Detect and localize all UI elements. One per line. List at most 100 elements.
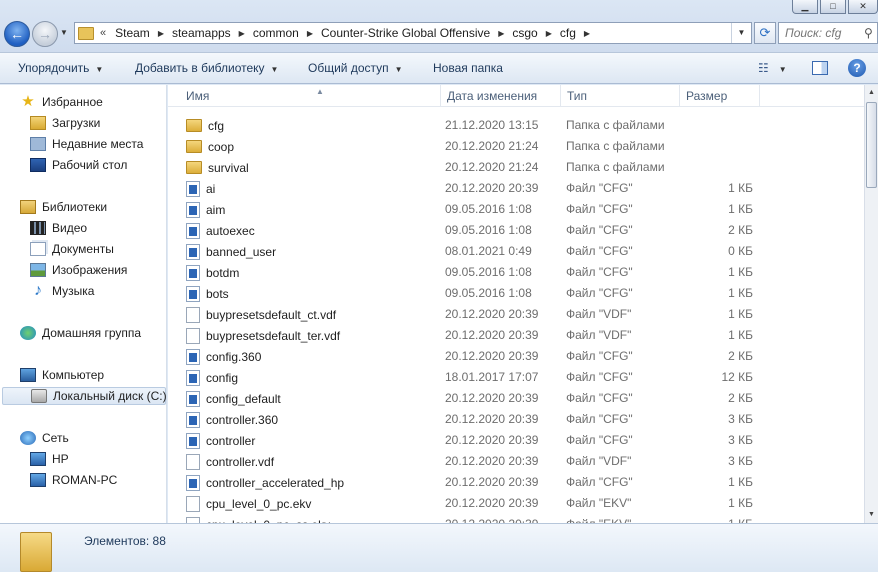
- preview-pane-button[interactable]: [812, 61, 828, 75]
- file-row[interactable]: controller 20.12.2020 20:39 Файл "CFG" 3 КБ: [168, 430, 864, 451]
- address-bar[interactable]: « Steam ▶ steamapps ▶ common ▶ Counter-Stri…: [74, 22, 752, 44]
- address-history-dropdown[interactable]: ▼: [731, 23, 751, 43]
- network-computer-icon: [30, 452, 46, 466]
- nav-item-video[interactable]: Видео: [30, 219, 87, 237]
- file-row[interactable]: config_default 20.12.2020 20:39 Файл "CFG"…: [168, 388, 864, 409]
- file-name: autoexec: [206, 223, 255, 238]
- file-row[interactable]: aim 09.05.2016 1:08 Файл "CFG" 1 КБ: [168, 199, 864, 220]
- chevron-right-icon[interactable]: ▶: [543, 29, 555, 38]
- nav-item-label: Загрузки: [52, 116, 101, 130]
- nav-item-label: ROMAN-PC: [52, 473, 118, 487]
- file-type: Файл "CFG": [566, 391, 633, 405]
- column-label: Тип: [567, 89, 588, 103]
- nav-item-recent-places[interactable]: Недавние места: [30, 135, 143, 153]
- breadcrumb-item[interactable]: Counter-Strike Global Offensive ▶: [316, 26, 507, 40]
- chevron-right-icon[interactable]: ▶: [495, 29, 507, 38]
- file-date: 20.12.2020 20:39: [445, 433, 539, 447]
- file-name-cell: cpu_level_0_pc.ekv: [186, 493, 311, 514]
- file-name-cell: config: [186, 367, 238, 388]
- file-name-cell: aim: [186, 199, 225, 220]
- close-button[interactable]: ✕: [848, 0, 878, 14]
- file-row[interactable]: survival 20.12.2020 21:24 Папка с файлами: [168, 157, 864, 178]
- file-row[interactable]: cpu_level_0_pc.ekv 20.12.2020 20:39 Файл "…: [168, 493, 864, 514]
- help-button[interactable]: ?: [848, 59, 866, 77]
- recent-pages-dropdown[interactable]: ▼: [60, 28, 68, 37]
- search-box[interactable]: ⚲: [778, 22, 878, 44]
- search-icon[interactable]: ⚲: [864, 26, 873, 40]
- nav-libraries[interactable]: Библиотеки: [20, 198, 107, 216]
- recent-places-icon: [30, 137, 46, 151]
- nav-network[interactable]: Сеть: [20, 429, 69, 447]
- vertical-scrollbar[interactable]: ▲ ▼: [864, 85, 878, 523]
- file-size: 1 КБ: [680, 514, 753, 523]
- breadcrumb-item[interactable]: steamapps ▶: [167, 26, 248, 40]
- crumb-label: Counter-Strike Global Offensive: [321, 26, 491, 40]
- file-row[interactable]: buypresetsdefault_ter.vdf 20.12.2020 20:3…: [168, 325, 864, 346]
- nav-group-label: Сеть: [42, 431, 69, 445]
- file-row[interactable]: autoexec 09.05.2016 1:08 Файл "CFG" 2 КБ: [168, 220, 864, 241]
- file-date: 09.05.2016 1:08: [445, 223, 532, 237]
- file-type: Файл "VDF": [566, 328, 632, 342]
- nav-computer[interactable]: Компьютер: [20, 366, 104, 384]
- scroll-down-arrow[interactable]: ▼: [865, 507, 878, 523]
- column-header-size[interactable]: Размер: [680, 85, 760, 107]
- nav-group-label: Компьютер: [42, 368, 105, 382]
- forward-button[interactable]: →: [32, 21, 58, 47]
- column-header-type[interactable]: Тип: [561, 85, 680, 107]
- column-header-date[interactable]: Дата изменения: [441, 85, 561, 107]
- back-button[interactable]: ←: [4, 21, 30, 47]
- nav-item-roman-pc[interactable]: ROMAN-PC: [30, 471, 117, 489]
- breadcrumb-item[interactable]: cfg ▶: [555, 26, 593, 40]
- file-row[interactable]: cfg 21.12.2020 13:15 Папка с файлами: [168, 115, 864, 136]
- file-type: Файл "CFG": [566, 370, 633, 384]
- column-header-name[interactable]: Имя ▲: [180, 85, 441, 107]
- file-row[interactable]: controller.vdf 20.12.2020 20:39 Файл "VDF"…: [168, 451, 864, 472]
- organize-button[interactable]: Упорядочить ▼: [18, 61, 103, 75]
- file-row[interactable]: botdm 09.05.2016 1:08 Файл "CFG" 1 КБ: [168, 262, 864, 283]
- scroll-thumb[interactable]: [866, 102, 877, 188]
- nav-item-documents[interactable]: Документы: [30, 240, 114, 258]
- config-file-icon: [186, 180, 200, 197]
- file-row[interactable]: controller.360 20.12.2020 20:39 Файл "CFG"…: [168, 409, 864, 430]
- file-size: 1 КБ: [728, 307, 753, 321]
- file-row[interactable]: controller_accelerated_hp 20.12.2020 20:3…: [168, 472, 864, 493]
- file-row[interactable]: banned_user 08.01.2021 0:49 Файл "CFG" 0 КБ: [168, 241, 864, 262]
- add-to-library-button[interactable]: Добавить в библиотеку ▼: [135, 61, 278, 75]
- maximize-button[interactable]: □: [820, 0, 846, 14]
- file-row[interactable]: config.360 20.12.2020 20:39 Файл "CFG" 2 КБ: [168, 346, 864, 367]
- file-name: buypresetsdefault_ct.vdf: [206, 307, 337, 322]
- file-row[interactable]: ai 20.12.2020 20:39 Файл "CFG" 1 КБ: [168, 178, 864, 199]
- nav-item-music[interactable]: ♪ Музыка: [30, 282, 94, 300]
- chevron-right-icon[interactable]: ▶: [155, 29, 167, 38]
- nav-item-hp[interactable]: HP: [30, 450, 69, 468]
- nav-item-pictures[interactable]: Изображения: [30, 261, 127, 279]
- nav-favorites[interactable]: ★ Избранное: [20, 93, 103, 111]
- refresh-button[interactable]: ⟳: [754, 22, 776, 44]
- scroll-up-arrow[interactable]: ▲: [865, 85, 878, 101]
- nav-item-local-disk-c[interactable]: Локальный диск (C:): [2, 387, 166, 405]
- breadcrumb-item[interactable]: common ▶: [248, 26, 316, 40]
- breadcrumb-item[interactable]: Steam ▶: [110, 26, 167, 40]
- nav-homegroup[interactable]: Домашняя группа: [20, 324, 141, 342]
- nav-item-downloads[interactable]: Загрузки: [30, 114, 100, 132]
- new-folder-button[interactable]: Новая папка: [433, 61, 503, 75]
- change-view-button[interactable]: ☷ ▼: [758, 61, 787, 75]
- file-type: Файл "CFG": [566, 244, 633, 258]
- search-input[interactable]: [785, 26, 863, 40]
- navigation-pane: ★ Избранное Загрузки Недавние места Рабо…: [0, 85, 167, 523]
- file-row[interactable]: buypresetsdefault_ct.vdf 20.12.2020 20:39…: [168, 304, 864, 325]
- minimize-button[interactable]: ▁: [792, 0, 818, 14]
- file-row[interactable]: cpu_level_0_pc_ss.ekv 20.12.2020 20:39 Фай…: [168, 514, 864, 523]
- breadcrumb-item[interactable]: csgo ▶: [507, 26, 555, 40]
- nav-item-desktop[interactable]: Рабочий стол: [30, 156, 127, 174]
- chevron-right-icon[interactable]: ▶: [236, 29, 248, 38]
- share-button[interactable]: Общий доступ ▼: [308, 61, 403, 75]
- file-row[interactable]: coop 20.12.2020 21:24 Папка с файлами: [168, 136, 864, 157]
- file-name-cell: bots: [186, 283, 229, 304]
- chevron-right-icon[interactable]: ▶: [581, 29, 593, 38]
- file-row[interactable]: config 18.01.2017 17:07 Файл "CFG" 12 КБ: [168, 367, 864, 388]
- file-row[interactable]: bots 09.05.2016 1:08 Файл "CFG" 1 КБ: [168, 283, 864, 304]
- chevron-right-icon[interactable]: ▶: [304, 29, 316, 38]
- breadcrumb-overflow[interactable]: «: [100, 27, 106, 39]
- file-name-cell: cfg: [186, 115, 224, 136]
